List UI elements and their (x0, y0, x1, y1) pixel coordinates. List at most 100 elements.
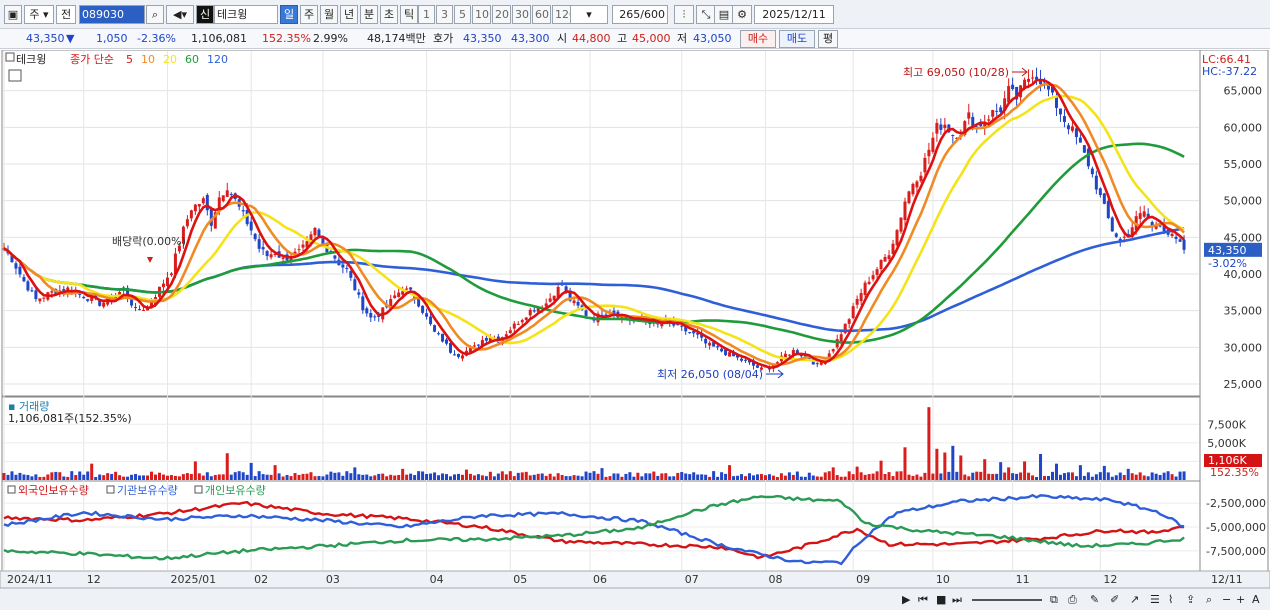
volume-bar (221, 474, 225, 480)
volume-bar (325, 474, 329, 480)
draw-icon[interactable]: ✐ (1110, 593, 1119, 606)
scope-select[interactable]: 전 (56, 5, 76, 24)
volume-bar (1082, 475, 1086, 480)
volume-bar (1138, 472, 1142, 480)
candle-body (1058, 108, 1062, 115)
volume-bar (138, 475, 142, 480)
draw-tool-icon[interactable]: ⤡ (696, 5, 716, 24)
volume-bar (265, 474, 269, 480)
layers-icon[interactable]: ☰ (1150, 593, 1160, 606)
scroll-forward-icon[interactable]: ⏭ (952, 593, 962, 606)
volume-bar (413, 475, 417, 480)
volume-bar (225, 453, 229, 480)
volume-bar (241, 472, 245, 480)
zoom-slider[interactable] (972, 593, 1042, 601)
tools-icon[interactable]: ✎ (1090, 593, 1099, 606)
zoom-icon[interactable]: ⌕ (1206, 593, 1212, 606)
volume-bar (1102, 465, 1106, 480)
volume-bar (863, 474, 867, 480)
volume-bar (401, 468, 405, 480)
volume-bar (532, 474, 536, 480)
buy-button[interactable]: 매수 (740, 30, 776, 48)
period-tab-2[interactable]: 월 (320, 5, 338, 24)
minute-unit-1[interactable]: 3 (436, 5, 453, 24)
minute-unit-3[interactable]: 10 (472, 5, 491, 24)
price-tick-label: 65,000 (1224, 85, 1263, 98)
legend-ma-120: 120 (207, 53, 228, 66)
low-annotation: 최저 26,050 (08/04) (657, 368, 763, 381)
auto-fit-icon[interactable]: A (1252, 593, 1260, 606)
date-field[interactable]: 2025/12/11 (754, 5, 834, 24)
volume-bar (281, 476, 285, 480)
zoom-in-icon[interactable]: + (1236, 593, 1245, 606)
volume-bar (771, 475, 775, 480)
candle-body (680, 325, 684, 327)
volume-bar (345, 471, 349, 480)
minute-unit-0[interactable]: 1 (418, 5, 435, 24)
data-count-field[interactable]: 265/600 (612, 5, 668, 24)
candle-body (1110, 217, 1114, 232)
market-mode-select[interactable]: 주 ▾ (24, 5, 54, 24)
period-tab-6[interactable]: 틱 (400, 5, 418, 24)
candle-body (1007, 86, 1011, 103)
volume-bar (1150, 472, 1154, 480)
gear-icon[interactable]: ⚙ (732, 5, 752, 24)
sound-icon[interactable]: ◀▾ (166, 5, 194, 24)
line-tool-icon[interactable]: ↗ (1130, 593, 1139, 606)
volume-bar (142, 475, 146, 480)
volume-bar (552, 476, 556, 480)
volume-bar (672, 476, 676, 480)
unit-dropdown[interactable]: ▾ (570, 5, 608, 24)
print-icon[interactable]: ⎙ (1068, 593, 1077, 606)
candle-body (516, 323, 520, 325)
chart-type-icon[interactable]: ⫶ (674, 5, 694, 24)
layout-icon[interactable]: ▣ (4, 5, 22, 24)
period-tab-5[interactable]: 초 (380, 5, 398, 24)
save-icon[interactable]: ▤ (714, 5, 734, 24)
volume-bar (409, 473, 413, 480)
volume-bar (257, 471, 261, 480)
volume-bar (468, 473, 472, 480)
zoom-out-icon[interactable]: − (1222, 593, 1231, 606)
minute-unit-2[interactable]: 5 (454, 5, 471, 24)
volume-bar (1146, 476, 1150, 480)
minute-unit-4[interactable]: 20 (492, 5, 511, 24)
x-tick-label: 03 (326, 573, 340, 586)
volume-bar (157, 472, 161, 480)
period-tab-4[interactable]: 분 (360, 5, 378, 24)
candle-body (524, 317, 528, 320)
trend-icon[interactable]: ⌇ (1168, 593, 1173, 606)
volume-bar (114, 471, 118, 480)
candle-body (855, 299, 859, 305)
volume-bar (588, 472, 592, 480)
scroll-play-icon[interactable]: ▶ (902, 593, 910, 606)
volume-bar (229, 474, 233, 480)
sell-button[interactable]: 매도 (779, 30, 815, 48)
candle-body (999, 107, 1003, 113)
stock-name-field[interactable]: 테크윙 (214, 5, 278, 24)
minute-unit-5[interactable]: 30 (512, 5, 531, 24)
export-icon[interactable]: ⇪ (1186, 593, 1195, 606)
period-tab-0[interactable]: 일 (280, 5, 298, 24)
candle-body (1170, 233, 1174, 237)
candle-body (138, 309, 142, 311)
volume-bar (118, 475, 122, 480)
period-tab-3[interactable]: 년 (340, 5, 358, 24)
volume-bar (584, 471, 588, 480)
eval-button[interactable]: 평 (818, 30, 838, 48)
volume-bar (1134, 474, 1138, 480)
x-tick-label: 02 (254, 573, 268, 586)
scroll-back-icon[interactable]: ⏮ (918, 593, 928, 606)
volume-bar (193, 461, 197, 480)
search-icon[interactable]: ⌕ (146, 5, 164, 24)
volume-bar (931, 473, 935, 480)
minute-unit-6[interactable]: 60 (532, 5, 551, 24)
stop-icon[interactable]: ■ (936, 593, 946, 606)
period-tab-1[interactable]: 주 (300, 5, 318, 24)
stock-code-input[interactable]: 089030 (79, 5, 145, 24)
view-icon[interactable]: ⧉ (1050, 593, 1058, 606)
stock-chart[interactable]: ▪ 거래량1,106,081주(152.35%) 외국인보유수량 기관보유수량 개인… (0, 50, 1270, 588)
volume-bar (488, 471, 492, 480)
volume-bar (273, 465, 277, 480)
volume-bar (110, 474, 114, 480)
